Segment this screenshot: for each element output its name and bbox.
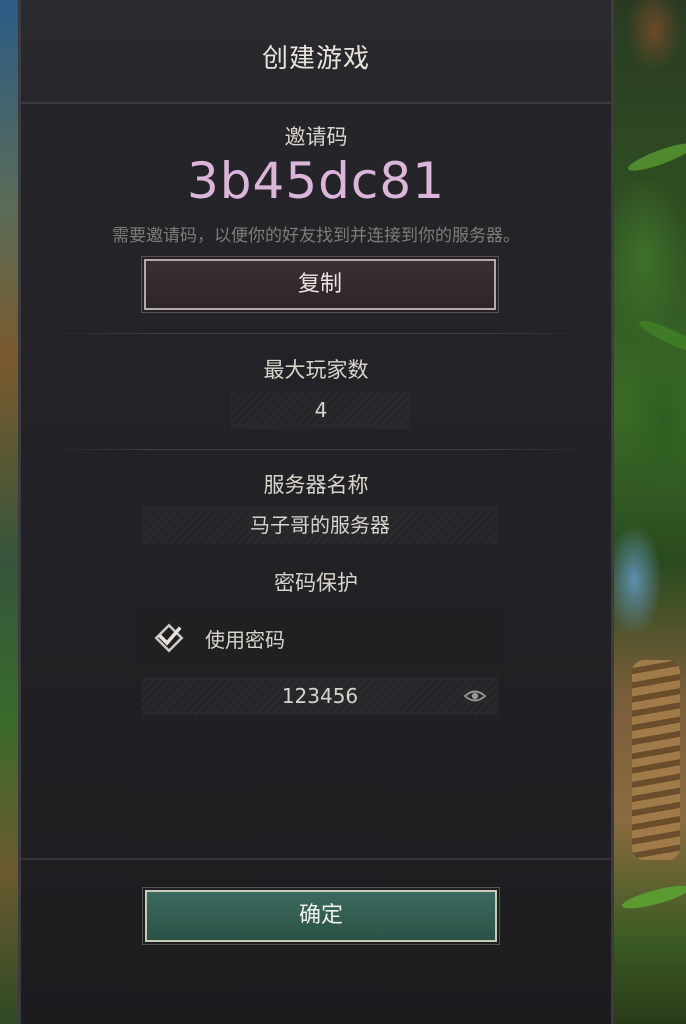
invite-code-description: 需要邀请码，以便你的好友找到并连接到你的服务器。 xyxy=(112,226,520,246)
palm-leaf xyxy=(625,138,686,176)
confirm-button[interactable]: 确定 xyxy=(142,887,500,945)
invite-code-label: 邀请码 xyxy=(284,125,348,149)
password-value: 123456 xyxy=(281,684,359,708)
use-password-checkbox[interactable]: 使用密码 xyxy=(142,609,498,667)
game-scene: 创建游戏 邀请码 3b45dc81 需要邀请码，以便你的好友找到并连接到你的服务… xyxy=(0,0,686,1024)
checkbox-checked-icon[interactable] xyxy=(152,621,186,655)
divider xyxy=(45,333,593,334)
palm-leaf xyxy=(636,315,686,359)
dialog-header: 创建游戏 xyxy=(21,0,611,104)
palm-trunk xyxy=(632,660,680,860)
divider xyxy=(45,449,593,450)
max-players-field[interactable]: 4 xyxy=(231,391,411,429)
create-game-dialog: 创建游戏 邀请码 3b45dc81 需要邀请码，以便你的好友找到并连接到你的服务… xyxy=(18,0,614,1024)
background-right xyxy=(614,0,686,1024)
copy-button[interactable]: 复制 xyxy=(141,256,499,313)
password-protection-label: 密码保护 xyxy=(274,571,358,595)
max-players-label: 最大玩家数 xyxy=(263,358,369,382)
use-password-label: 使用密码 xyxy=(205,628,285,652)
eye-icon[interactable] xyxy=(464,687,486,705)
server-name-label: 服务器名称 xyxy=(263,473,369,497)
background-left xyxy=(0,0,20,1024)
palm-leaf xyxy=(620,881,686,913)
server-name-field[interactable]: 马子哥的服务器 xyxy=(142,506,498,544)
invite-code: 3b45dc81 xyxy=(186,152,446,210)
password-field[interactable]: 123456 xyxy=(142,677,498,715)
dialog-title: 创建游戏 xyxy=(261,44,370,74)
